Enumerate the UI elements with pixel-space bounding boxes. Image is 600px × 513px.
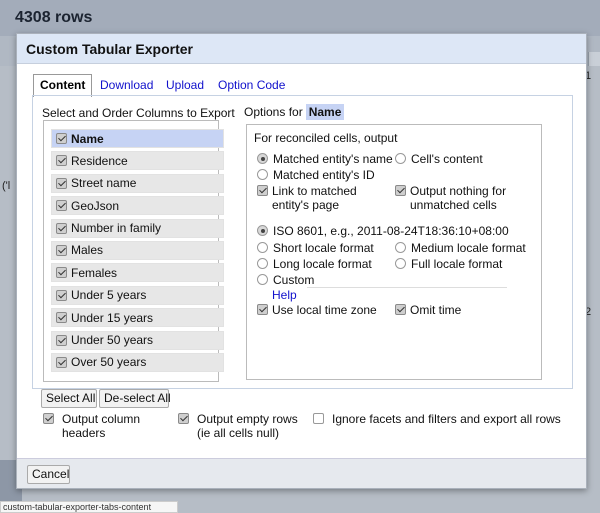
column-item-under-15-years[interactable]: Under 15 years <box>51 308 224 328</box>
tab-download[interactable]: Download <box>100 74 153 96</box>
checkbox[interactable] <box>257 185 268 196</box>
column-checkbox[interactable] <box>56 312 67 324</box>
column-checkbox[interactable] <box>56 177 67 189</box>
deselect-all-button[interactable]: De-select All <box>99 389 171 408</box>
column-item-residence[interactable]: Residence <box>51 151 224 171</box>
column-checkbox[interactable] <box>56 289 67 301</box>
column-item-number-in-family[interactable]: Number in family <box>51 218 224 238</box>
radio-button[interactable] <box>257 169 268 180</box>
radio-button[interactable] <box>257 225 268 236</box>
tab-upload[interactable]: Upload <box>166 74 204 96</box>
options-for-heading: Options for Name <box>244 104 345 120</box>
radio-custom-format[interactable]: Custom <box>257 273 314 287</box>
checkbox[interactable] <box>257 304 268 315</box>
options-for-column-name: Name <box>305 104 345 120</box>
checkbox-link-matched-page[interactable]: Link to matched entity's page <box>257 184 392 212</box>
column-menu-button[interactable] <box>588 52 600 66</box>
reconciled-heading: For reconciled cells, output <box>254 131 398 145</box>
checkbox[interactable] <box>313 413 324 424</box>
checkbox[interactable] <box>43 413 54 424</box>
checkbox-output-empty-rows[interactable]: Output empty rows (ie all cells null) <box>178 412 313 440</box>
column-checkbox[interactable] <box>56 334 67 346</box>
radio-medium-locale[interactable]: Medium locale format <box>395 241 526 255</box>
radio-cells-content[interactable]: Cell's content <box>395 152 483 166</box>
radio-full-locale[interactable]: Full locale format <box>395 257 502 271</box>
radio-button[interactable] <box>257 153 268 164</box>
custom-format-underline <box>307 287 507 288</box>
column-checkbox[interactable] <box>56 222 67 234</box>
column-checkbox[interactable] <box>56 356 67 368</box>
radio-matched-entity-id[interactable]: Matched entity's ID <box>257 168 375 182</box>
column-checkbox[interactable] <box>56 155 67 167</box>
radio-button[interactable] <box>257 242 268 253</box>
tab-content-panel: Select and Order Columns to Export Name … <box>32 95 573 389</box>
column-checkbox[interactable] <box>56 267 67 279</box>
cancel-button[interactable]: Cancel <box>27 465 70 484</box>
radio-button[interactable] <box>257 274 268 285</box>
grid-cell-fragment: ('l <box>2 180 11 192</box>
custom-tabular-exporter-dialog: Custom Tabular Exporter Content Download… <box>16 33 587 489</box>
column-list: Name Residence Street name GeoJson Numbe… <box>43 120 224 382</box>
project-row-count: 4308 rows <box>0 0 600 36</box>
radio-button[interactable] <box>257 258 268 269</box>
checkbox-ignore-facets[interactable]: Ignore facets and filters and export all… <box>313 412 561 426</box>
column-item-street-name[interactable]: Street name <box>51 173 224 193</box>
column-item-name[interactable]: Name <box>51 129 224 148</box>
checkbox[interactable] <box>395 185 406 196</box>
select-all-button[interactable]: Select All <box>41 389 97 408</box>
radio-matched-entity-name[interactable]: Matched entity's name <box>257 152 393 166</box>
radio-button[interactable] <box>395 258 406 269</box>
columns-heading: Select and Order Columns to Export <box>42 106 235 120</box>
status-tooltip: custom-tabular-exporter-tabs-content <box>0 501 178 513</box>
checkbox-output-column-headers[interactable]: Output column headers <box>43 412 163 440</box>
column-item-over-50-years[interactable]: Over 50 years <box>51 352 224 372</box>
radio-long-locale[interactable]: Long locale format <box>257 257 372 271</box>
column-item-females[interactable]: Females <box>51 263 224 283</box>
radio-short-locale[interactable]: Short locale format <box>257 241 374 255</box>
column-item-under-5-years[interactable]: Under 5 years <box>51 285 224 305</box>
dialog-title: Custom Tabular Exporter <box>17 34 586 64</box>
checkbox-output-nothing-unmatched[interactable]: Output nothing for unmatched cells <box>395 184 535 212</box>
column-item-geojson[interactable]: GeoJson <box>51 196 224 216</box>
checkbox[interactable] <box>178 413 189 424</box>
tab-content[interactable]: Content <box>33 74 93 97</box>
column-checkbox[interactable] <box>56 244 67 256</box>
checkbox-use-local-time-zone[interactable]: Use local time zone <box>257 303 377 317</box>
radio-button[interactable] <box>395 153 406 164</box>
column-item-under-50-years[interactable]: Under 50 years <box>51 330 224 350</box>
checkbox[interactable] <box>395 304 406 315</box>
column-checkbox[interactable] <box>56 133 67 144</box>
help-link[interactable]: Help <box>272 288 297 302</box>
column-options-panel: For reconciled cells, output Matched ent… <box>246 124 542 380</box>
column-item-males[interactable]: Males <box>51 240 224 260</box>
tab-option-code[interactable]: Option Code <box>218 74 285 96</box>
radio-button[interactable] <box>395 242 406 253</box>
checkbox-omit-time[interactable]: Omit time <box>395 303 461 317</box>
radio-iso-8601[interactable]: ISO 8601, e.g., 2011-08-24T18:36:10+08:0… <box>257 224 509 238</box>
dialog-footer: Cancel <box>17 458 586 488</box>
column-checkbox[interactable] <box>56 200 67 212</box>
